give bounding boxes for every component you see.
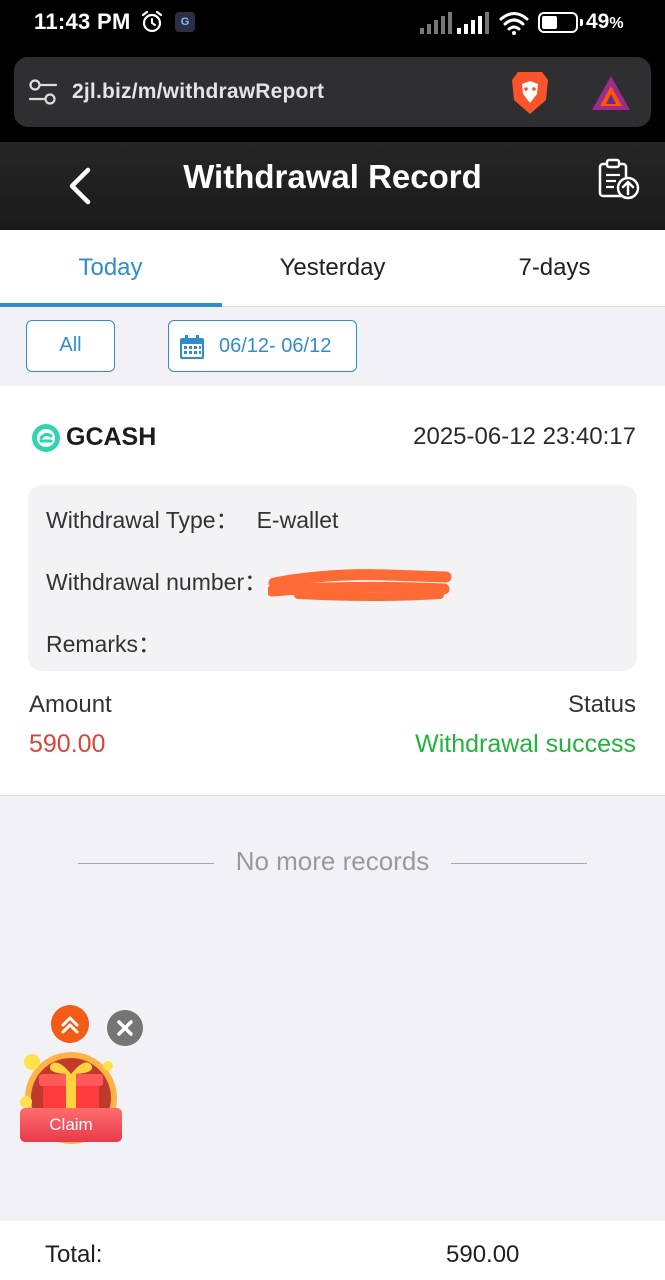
clipboard-upload-icon[interactable] — [596, 158, 642, 202]
gcash-logo-icon — [32, 424, 60, 452]
remarks-label: Remarks： — [46, 631, 162, 657]
no-more-records-text: No more records — [235, 846, 430, 876]
withdrawal-type-row: Withdrawal Type： E-wallet — [46, 501, 338, 535]
page-title: Withdrawal Record — [183, 158, 482, 195]
close-icon[interactable] — [107, 1010, 143, 1046]
type-filter-button[interactable]: All — [26, 320, 115, 372]
total-value: 590.00 — [446, 1241, 520, 1268]
url-text[interactable]: 2jl.biz/m/withdrawReport — [72, 80, 324, 104]
site-settings-icon[interactable] — [28, 79, 58, 105]
filter-bar: All 06/12- 06/12 — [0, 307, 665, 386]
battery-icon — [538, 12, 583, 33]
withdrawal-number-row: Withdrawal number： — [46, 563, 285, 597]
tab-7-days[interactable]: 7-days — [444, 230, 665, 307]
calendar-icon — [180, 335, 204, 359]
brave-rewards-icon[interactable] — [590, 74, 632, 112]
withdrawal-type-label: Withdrawal Type： — [46, 507, 239, 533]
status-time: 11:43 PM — [34, 9, 131, 34]
divider — [451, 863, 587, 864]
redaction-scribble — [268, 569, 452, 601]
browser-toolbar: 2jl.biz/m/withdrawReport — [0, 46, 665, 142]
claim-gift-widget[interactable]: Claim — [18, 1052, 128, 1152]
page-header: Withdrawal Record — [0, 142, 665, 230]
date-tabs: Today Yesterday 7-days — [0, 230, 665, 307]
date-range-button[interactable]: 06/12- 06/12 — [168, 320, 357, 372]
wifi-icon — [499, 12, 529, 35]
g-app-icon: G — [175, 12, 195, 32]
tab-today[interactable]: Today — [0, 230, 221, 307]
signal-icon — [457, 12, 489, 34]
status-label: Status — [567, 691, 636, 718]
withdrawal-type-value: E-wallet — [256, 507, 339, 533]
tab-yesterday[interactable]: Yesterday — [222, 230, 443, 307]
claim-button[interactable]: Claim — [20, 1108, 122, 1142]
withdrawal-record-card: GCASH 2025-06-12 23:40:17 Withdrawal Typ… — [0, 386, 665, 796]
url-bar[interactable]: 2jl.biz/m/withdrawReport — [14, 57, 651, 127]
status-value: Withdrawal success — [415, 730, 636, 758]
channel-name: GCASH — [66, 423, 157, 451]
date-range-text: 06/12- 06/12 — [219, 335, 332, 357]
amount-value: 590.00 — [29, 730, 106, 758]
record-datetime: 2025-06-12 23:40:17 — [413, 423, 636, 450]
status-bar: 11:43 PM G 49% — [0, 0, 665, 46]
record-details: Withdrawal Type： E-wallet Withdrawal numb… — [28, 485, 637, 671]
battery-percent: 49% — [586, 10, 624, 33]
total-label: Total: — [45, 1241, 103, 1268]
list-end-indicator: No more records — [0, 846, 665, 880]
total-footer: Total: 590.00 — [0, 1221, 665, 1280]
withdrawal-number-label: Withdrawal number： — [46, 569, 268, 595]
double-chevron-up-icon[interactable] — [51, 1005, 89, 1043]
signal-icon — [420, 12, 452, 34]
amount-label: Amount — [29, 691, 112, 718]
brave-shields-icon[interactable] — [510, 70, 550, 116]
alarm-icon — [141, 10, 163, 33]
remarks-row: Remarks： — [46, 625, 179, 659]
